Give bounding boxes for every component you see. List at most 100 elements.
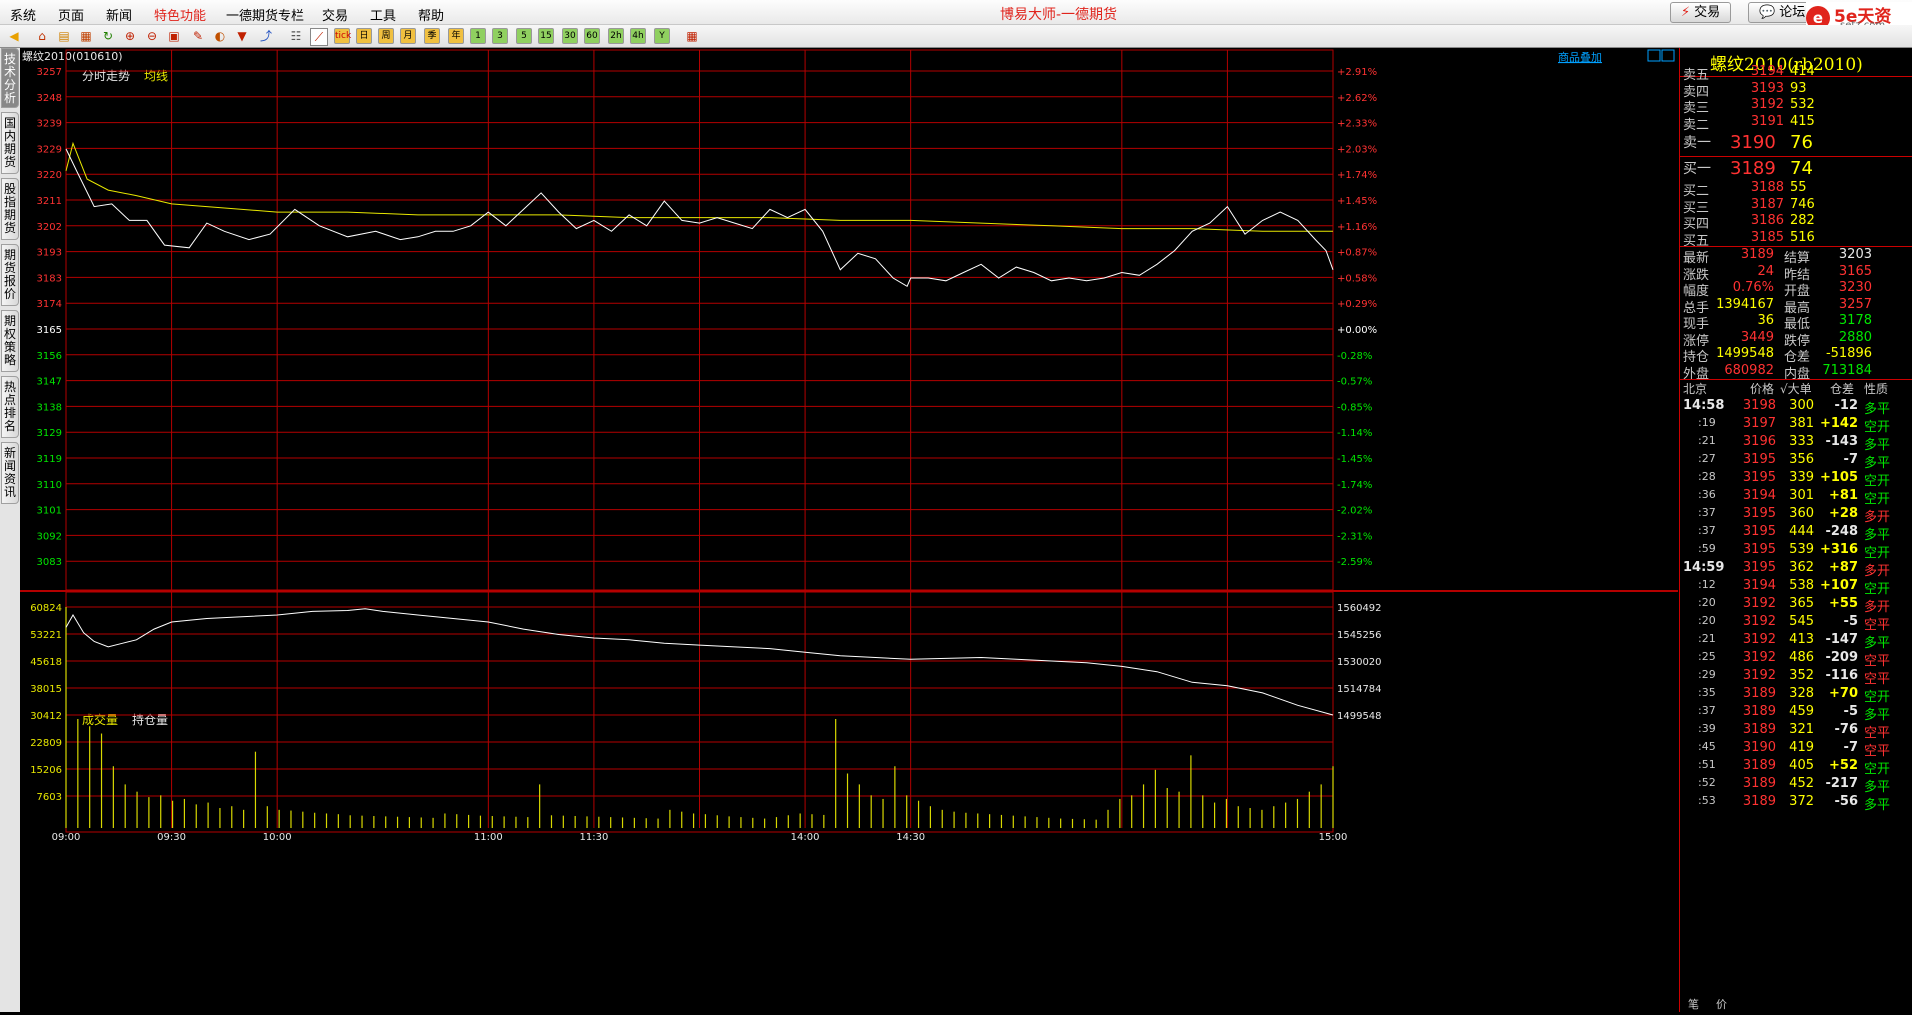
sidebar-tab-news[interactable]: 新闻资讯: [1, 442, 19, 504]
tick-nature: 多平: [1864, 708, 1891, 723]
zoom-out-icon[interactable]: ⊖: [144, 28, 160, 44]
paint-icon[interactable]: ◐: [212, 28, 228, 44]
tick-row[interactable]: :59 3195 539 +316 空开: [1680, 542, 1912, 561]
tick-row[interactable]: :20 3192 365 +55 多开: [1680, 596, 1912, 615]
menu-features[interactable]: 特色功能: [154, 5, 206, 24]
tick-time: 14:58: [1683, 398, 1725, 413]
stat-value: 3165: [1838, 263, 1872, 279]
cycle-custom[interactable]: Y: [654, 28, 670, 44]
tick-volume: 356: [1789, 452, 1814, 467]
tick-row[interactable]: :19 3197 381 +142 空开: [1680, 416, 1912, 435]
tick-nature: 多开: [1864, 564, 1891, 579]
trade-button[interactable]: ⚡ 交易: [1670, 2, 1732, 23]
pct-tick-label: +0.29%: [1337, 299, 1377, 310]
ask-volume: 415: [1790, 113, 1815, 129]
cycle-4h[interactable]: 4h: [630, 28, 646, 44]
sidebar-tab-futures-quotes[interactable]: 期货报价: [1, 244, 19, 306]
chart-tool-icon[interactable]: ⤴: [258, 28, 274, 44]
table-icon[interactable]: ☷: [288, 28, 304, 44]
sidebar-tab-technical[interactable]: 技术分析: [1, 48, 19, 108]
tick-row[interactable]: :27 3195 356 -7 多平: [1680, 452, 1912, 471]
tick-row[interactable]: :28 3195 339 +105 空开: [1680, 470, 1912, 489]
tick-row[interactable]: :25 3192 486 -209 空平: [1680, 650, 1912, 669]
sidebar-tab-hot-rank[interactable]: 热点排名: [1, 376, 19, 438]
window-icon[interactable]: ▣: [166, 28, 182, 44]
tick-nature: 空平: [1864, 654, 1891, 669]
bottom-tab-trades[interactable]: 笔: [1688, 996, 1699, 1012]
cycle-day[interactable]: 日: [356, 28, 372, 44]
cycle-30min[interactable]: 30: [562, 28, 578, 44]
tick-price: 3195: [1742, 470, 1776, 485]
cycle-5min[interactable]: 5: [516, 28, 532, 44]
tick-price: 3189: [1742, 794, 1776, 809]
bid-price: 3186: [1750, 213, 1784, 228]
tick-row[interactable]: :45 3190 419 -7 空平: [1680, 740, 1912, 759]
cycle-2h[interactable]: 2h: [608, 28, 624, 44]
cycle-1min[interactable]: 1: [470, 28, 486, 44]
intraday-chart-area[interactable]: 螺纹2010(010610) 商品叠加 分时走势 均线 成交量 持仓量 3257…: [20, 48, 1678, 1012]
zoom-in-icon[interactable]: ⊕: [122, 28, 138, 44]
tick-volume: 372: [1789, 794, 1814, 809]
menu-help[interactable]: 帮助: [418, 5, 444, 24]
tick-row[interactable]: :20 3192 545 -5 空平: [1680, 614, 1912, 633]
tick-row[interactable]: 14:58 3198 300 -12 多平: [1680, 398, 1912, 417]
menu-system[interactable]: 系统: [10, 5, 36, 24]
sidebar-tab-index-futures[interactable]: 股指期货: [1, 178, 19, 240]
tick-row[interactable]: :39 3189 321 -76 空平: [1680, 722, 1912, 741]
intraday-chart[interactable]: 螺纹2010(010610) 商品叠加 分时走势 均线 成交量 持仓量 3257…: [20, 48, 1678, 1012]
tick-nature: 空开: [1864, 690, 1891, 705]
menu-trade[interactable]: 交易: [322, 5, 348, 24]
menu-tools[interactable]: 工具: [370, 5, 396, 24]
pencil-icon[interactable]: ✎: [190, 28, 206, 44]
calculator-icon[interactable]: ▦: [684, 28, 700, 44]
tick-row[interactable]: :21 3192 413 -147 多平: [1680, 632, 1912, 651]
tick-price: 3192: [1742, 614, 1776, 629]
tick-row[interactable]: :53 3189 372 -56 多平: [1680, 794, 1912, 813]
news-icon[interactable]: ▦: [78, 28, 94, 44]
cycle-quarter[interactable]: 季: [424, 28, 440, 44]
stat-value: 3178: [1838, 313, 1872, 328]
add-product-link[interactable]: 商品叠加: [1558, 50, 1602, 64]
tick-row[interactable]: :36 3194 301 +81 空开: [1680, 488, 1912, 507]
cycle-60min[interactable]: 60: [584, 28, 600, 44]
tick-price: 3195: [1742, 452, 1776, 467]
tick-row[interactable]: :37 3195 360 +28 多开: [1680, 506, 1912, 525]
oi-tick-label: 1545256: [1337, 630, 1382, 641]
tick-row[interactable]: :12 3194 538 +107 空开: [1680, 578, 1912, 597]
back-icon[interactable]: ◀: [6, 28, 22, 44]
tick-row[interactable]: :37 3195 444 -248 多平: [1680, 524, 1912, 543]
tick-row[interactable]: 14:59 3195 362 +87 多开: [1680, 560, 1912, 579]
cycle-15min[interactable]: 15: [538, 28, 554, 44]
cycle-3min[interactable]: 3: [492, 28, 508, 44]
sidebar-tab-options[interactable]: 期权策略: [1, 310, 19, 372]
tick-volume: 362: [1789, 560, 1814, 575]
cycle-tick[interactable]: tick: [334, 28, 351, 44]
cycle-year[interactable]: 年: [448, 28, 464, 44]
price-tick-label: 3211: [37, 196, 62, 207]
home-icon[interactable]: ⌂: [34, 28, 50, 44]
sidebar-tab-domestic-futures[interactable]: 国内期货: [1, 112, 19, 174]
book-icon[interactable]: ▤: [56, 28, 72, 44]
tick-row[interactable]: :21 3196 333 -143 多平: [1680, 434, 1912, 453]
timeline-icon[interactable]: ⟋: [310, 28, 328, 46]
tick-nature: 多平: [1864, 780, 1891, 795]
tick-oi-change: -209: [1825, 650, 1858, 665]
menu-page[interactable]: 页面: [58, 5, 84, 24]
tick-row[interactable]: :35 3189 328 +70 空开: [1680, 686, 1912, 705]
tick-row[interactable]: :37 3189 459 -5 多平: [1680, 704, 1912, 723]
filter-icon[interactable]: ▼: [234, 28, 250, 44]
cycle-month[interactable]: 月: [400, 28, 416, 44]
stat-label: 涨停: [1683, 333, 1710, 349]
tick-price: 3189: [1742, 776, 1776, 791]
menu-yide-column[interactable]: 一德期货专栏: [226, 5, 304, 24]
tick-row[interactable]: :29 3192 352 -116 空平: [1680, 668, 1912, 687]
menu-news[interactable]: 新闻: [106, 5, 132, 24]
pct-tick-label: -1.74%: [1337, 480, 1372, 491]
tick-row[interactable]: :51 3189 405 +52 空开: [1680, 758, 1912, 777]
pct-tick-label: +2.33%: [1337, 119, 1377, 130]
tick-row[interactable]: :52 3189 452 -217 多平: [1680, 776, 1912, 795]
ask-volume: 414: [1790, 64, 1815, 79]
refresh-icon[interactable]: ↻: [100, 28, 116, 44]
cycle-week[interactable]: 周: [378, 28, 394, 44]
bottom-tab-prices[interactable]: 价: [1716, 996, 1727, 1012]
